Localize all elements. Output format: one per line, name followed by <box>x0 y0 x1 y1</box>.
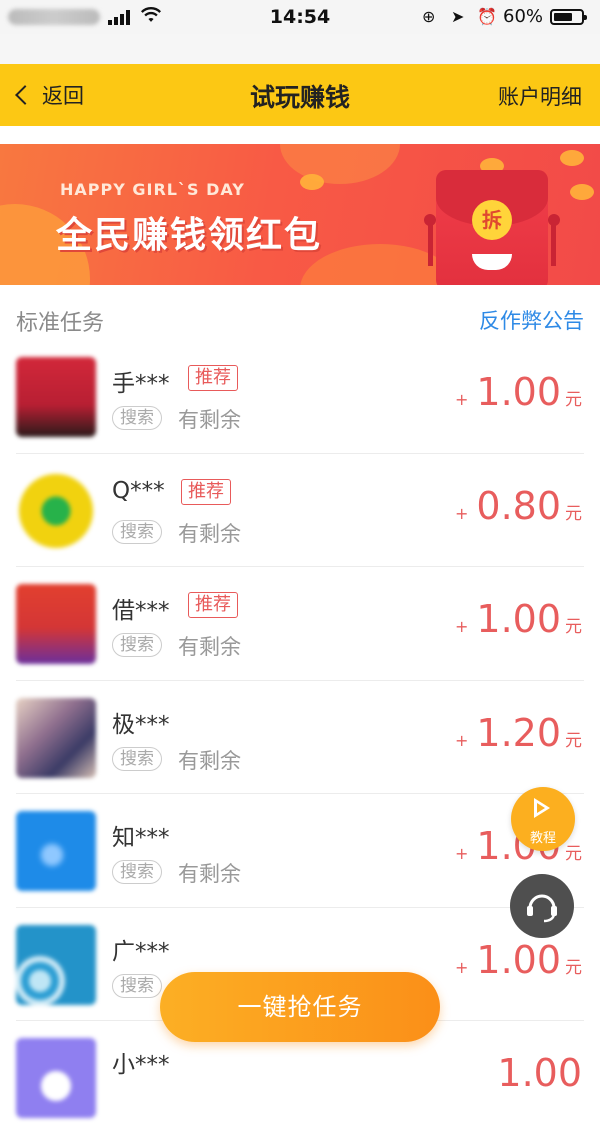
nav-spacer <box>0 126 600 144</box>
battery-percent: 60% <box>503 6 544 27</box>
task-status: 有剩余 <box>178 635 241 659</box>
recommend-badge: 推荐 <box>188 365 238 391</box>
location-icon: ➤ <box>451 7 465 26</box>
search-tag: 搜索 <box>112 519 162 544</box>
app-icon <box>16 811 96 891</box>
app-icon <box>16 584 96 664</box>
task-name: 知*** <box>112 825 170 851</box>
tutorial-button[interactable]: 教程 <box>511 787 575 851</box>
reward-plus: + <box>454 844 469 863</box>
alarm-icon: ⏰ <box>477 7 497 26</box>
banner-decoration <box>280 144 400 184</box>
reward-plus: + <box>454 957 469 977</box>
reward: 1.00 <box>497 1051 582 1095</box>
reward-unit: 元 <box>565 503 582 524</box>
reward: + 1.00 元 <box>455 938 582 982</box>
reward-amount: 0.80 <box>476 483 561 528</box>
reward-unit: 元 <box>565 957 582 978</box>
reward-unit: 元 <box>565 390 582 410</box>
back-button[interactable]: 返回 <box>15 80 84 110</box>
reward-amount: 1.00 <box>476 937 561 982</box>
task-status: 有剩余 <box>178 408 241 432</box>
task-name: Q*** <box>112 477 165 504</box>
coin-icon <box>570 184 594 200</box>
app-icon <box>16 697 96 778</box>
reward: + 1.20 元 <box>455 711 582 755</box>
task-row[interactable]: 手*** 推荐 搜索 有剩余 + 1.00 元 <box>0 340 600 454</box>
task-row[interactable]: 借*** 推荐 搜索 有剩余 + 1.00 元 <box>0 567 600 681</box>
coin-icon <box>300 174 324 190</box>
reward: + 1.00 元 <box>455 370 582 414</box>
reward-amount: 1.00 <box>497 1051 582 1095</box>
section-header: 标准任务 反作弊公告 <box>0 285 600 340</box>
reward: + 1.00 元 <box>455 597 582 641</box>
reward-plus: + <box>454 617 469 636</box>
reward-unit: 元 <box>565 730 582 751</box>
reward-plus: + <box>454 503 469 523</box>
rotation-lock-icon: ⊕ <box>422 7 436 26</box>
app-icon <box>16 470 96 551</box>
reward-plus: + <box>454 730 469 750</box>
status-gap <box>0 34 600 64</box>
account-details-link[interactable]: 账户明细 <box>498 81 582 111</box>
search-tag: 搜索 <box>112 746 162 771</box>
search-tag: 搜索 <box>112 406 162 430</box>
coin-icon <box>560 150 584 166</box>
envelope-seal: 拆 <box>472 200 512 240</box>
task-status: 有剩余 <box>178 748 241 773</box>
headset-icon <box>527 894 557 923</box>
app-icon <box>16 924 96 1005</box>
back-label: 返回 <box>42 84 84 108</box>
nav-bar: 返回 试玩赚钱 账户明细 <box>0 64 600 126</box>
customer-service-button[interactable] <box>510 874 574 938</box>
anti-cheat-notice-link[interactable]: 反作弊公告 <box>479 305 584 335</box>
status-bar: 14:54 ⊕ ➤ ⏰ 60% <box>0 0 600 34</box>
search-tag: 搜索 <box>112 973 162 998</box>
recommend-badge: 推荐 <box>188 592 238 618</box>
task-name: 小*** <box>112 1052 170 1078</box>
reward: + 0.80 元 <box>455 484 582 528</box>
section-title: 标准任务 <box>16 311 105 336</box>
reward-amount: 1.00 <box>476 370 561 414</box>
task-name: 手*** <box>112 371 170 397</box>
battery-icon <box>550 9 587 25</box>
search-tag: 搜索 <box>112 633 162 657</box>
reward-amount: 1.00 <box>476 597 561 641</box>
grab-task-button[interactable]: 一键抢任务 <box>160 972 440 1042</box>
tutorial-label: 教程 <box>529 831 556 846</box>
app-icon <box>16 1038 96 1118</box>
reward-unit: 元 <box>565 617 582 637</box>
task-status: 有剩余 <box>178 862 241 886</box>
red-envelope-icon: 拆 <box>424 170 560 285</box>
task-row[interactable]: Q*** 推荐 搜索 有剩余 + 0.80 元 <box>0 454 600 567</box>
reward-amount: 1.20 <box>476 710 561 755</box>
task-name: 借*** <box>112 598 170 624</box>
search-tag: 搜索 <box>112 860 162 884</box>
app-icon <box>16 357 96 437</box>
recommend-badge: 推荐 <box>181 478 231 505</box>
reward-plus: + <box>454 390 469 409</box>
banner-title: 全民赚钱领红包 <box>56 215 323 256</box>
chevron-left-icon <box>15 85 35 105</box>
task-row[interactable]: 极*** 搜索 有剩余 + 1.20 元 <box>0 681 600 794</box>
banner-subtitle: HAPPY GIRL`S DAY <box>60 180 245 199</box>
promo-banner[interactable]: HAPPY GIRL`S DAY 全民赚钱领红包 拆 <box>0 144 600 285</box>
task-status: 有剩余 <box>178 521 241 546</box>
task-name: 极*** <box>112 711 170 738</box>
task-row[interactable]: 知*** 搜索 有剩余 + 1.00 元 <box>0 794 600 908</box>
task-name: 广*** <box>112 938 170 965</box>
